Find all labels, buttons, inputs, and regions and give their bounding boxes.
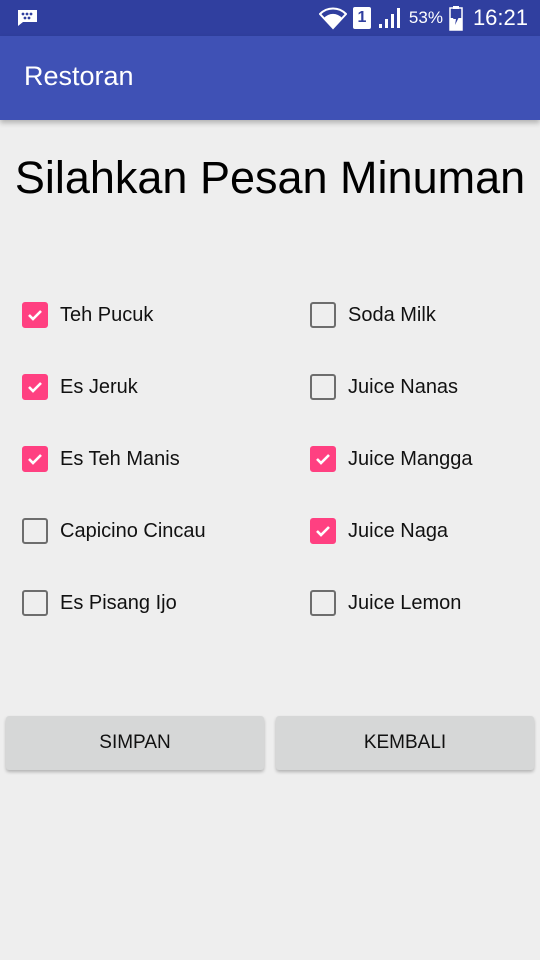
battery-icon <box>449 6 463 31</box>
checkbox-label: Es Jeruk <box>60 375 138 398</box>
page-heading: Silahkan Pesan Minuman <box>14 152 526 203</box>
check-icon <box>316 454 330 465</box>
checkbox-es-jeruk[interactable]: Es Jeruk <box>22 367 138 407</box>
checkbox-label: Juice Naga <box>348 519 449 542</box>
sim-slot-number: 1 <box>357 9 367 26</box>
checkbox-es-pisang-ijo[interactable]: Es Pisang Ijo <box>22 583 177 623</box>
checkbox-box[interactable] <box>22 518 48 544</box>
sim-icon: 1 <box>352 7 371 29</box>
check-icon <box>28 382 42 393</box>
check-icon <box>28 454 42 465</box>
checkbox-label: Teh Pucuk <box>60 303 154 326</box>
wifi-icon <box>318 7 347 30</box>
checkbox-label: Soda Milk <box>348 303 436 326</box>
checkbox-es-teh-manis[interactable]: Es Teh Manis <box>22 439 180 479</box>
checkbox-label: Juice Lemon <box>348 591 462 614</box>
checkbox-juice-lemon[interactable]: Juice Lemon <box>310 583 461 623</box>
checkbox-label: Juice Nanas <box>348 375 459 398</box>
checkbox-box[interactable] <box>310 446 336 472</box>
checkbox-label: Es Teh Manis <box>60 447 180 470</box>
back-button[interactable]: KEMBALI <box>276 716 534 770</box>
checkbox-box[interactable] <box>22 374 48 400</box>
clock: 16:21 <box>472 5 528 30</box>
save-button[interactable]: SIMPAN <box>6 716 264 770</box>
checkbox-juice-naga[interactable]: Juice Naga <box>310 511 448 551</box>
checkbox-juice-mangga[interactable]: Juice Mangga <box>310 439 473 479</box>
checkbox-teh-pucuk[interactable]: Teh Pucuk <box>22 295 153 335</box>
checkbox-soda-milk[interactable]: Soda Milk <box>310 295 436 335</box>
check-icon <box>316 526 330 537</box>
checkbox-box[interactable] <box>310 590 336 616</box>
bbm-icon <box>17 10 37 26</box>
battery-percent: 53% <box>408 8 443 27</box>
app-bar: Restoran <box>0 36 540 120</box>
status-bar: 1 53% 16:21 <box>0 0 540 36</box>
checkbox-label: Es Pisang Ijo <box>60 591 177 614</box>
checkbox-box[interactable] <box>22 302 48 328</box>
checkbox-juice-nanas[interactable]: Juice Nanas <box>310 367 458 407</box>
checkbox-capicino-cincau[interactable]: Capicino Cincau <box>22 511 206 551</box>
checkbox-box[interactable] <box>22 446 48 472</box>
checkbox-label: Juice Mangga <box>348 447 473 470</box>
checkbox-box[interactable] <box>22 590 48 616</box>
checkbox-box[interactable] <box>310 518 336 544</box>
checkbox-box[interactable] <box>310 302 336 328</box>
checkbox-label: Capicino Cincau <box>60 519 206 542</box>
signal-icon <box>378 8 400 28</box>
app-title: Restoran <box>24 61 134 91</box>
checkbox-box[interactable] <box>310 374 336 400</box>
check-icon <box>28 310 42 321</box>
